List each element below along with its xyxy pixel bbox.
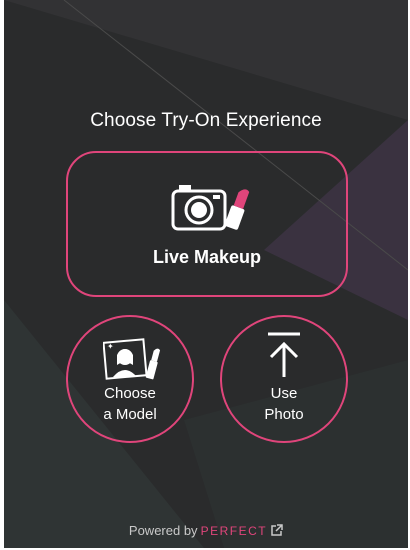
choose-model-label-line2: a Model — [103, 406, 157, 423]
svg-text:✦: ✦ — [107, 342, 114, 351]
try-on-panel: Choose Try-On Experience Live Makeup ✦ C… — [4, 0, 408, 548]
choose-model-label-line1: Choose — [104, 385, 156, 402]
choose-model-button[interactable]: ✦ Choose a Model — [66, 315, 194, 443]
upload-arrow-icon — [268, 332, 300, 377]
use-photo-label-line2: Photo — [264, 406, 304, 423]
use-photo-button[interactable]: Use Photo — [220, 315, 348, 443]
page-title: Choose Try-On Experience — [90, 110, 322, 131]
brand-link[interactable]: PERFECT — [201, 524, 268, 538]
powered-by-text: Powered by — [128, 523, 198, 538]
model-portrait-icon: ✦ — [103, 338, 161, 380]
live-makeup-button[interactable]: Live Makeup — [66, 151, 348, 297]
use-photo-label-line1: Use — [270, 385, 298, 402]
camera-lipstick-icon — [171, 185, 250, 231]
external-link-icon[interactable] — [270, 524, 283, 537]
live-makeup-label: Live Makeup — [152, 247, 262, 267]
powered-by-footer[interactable]: Powered by PERFECT — [4, 523, 408, 538]
